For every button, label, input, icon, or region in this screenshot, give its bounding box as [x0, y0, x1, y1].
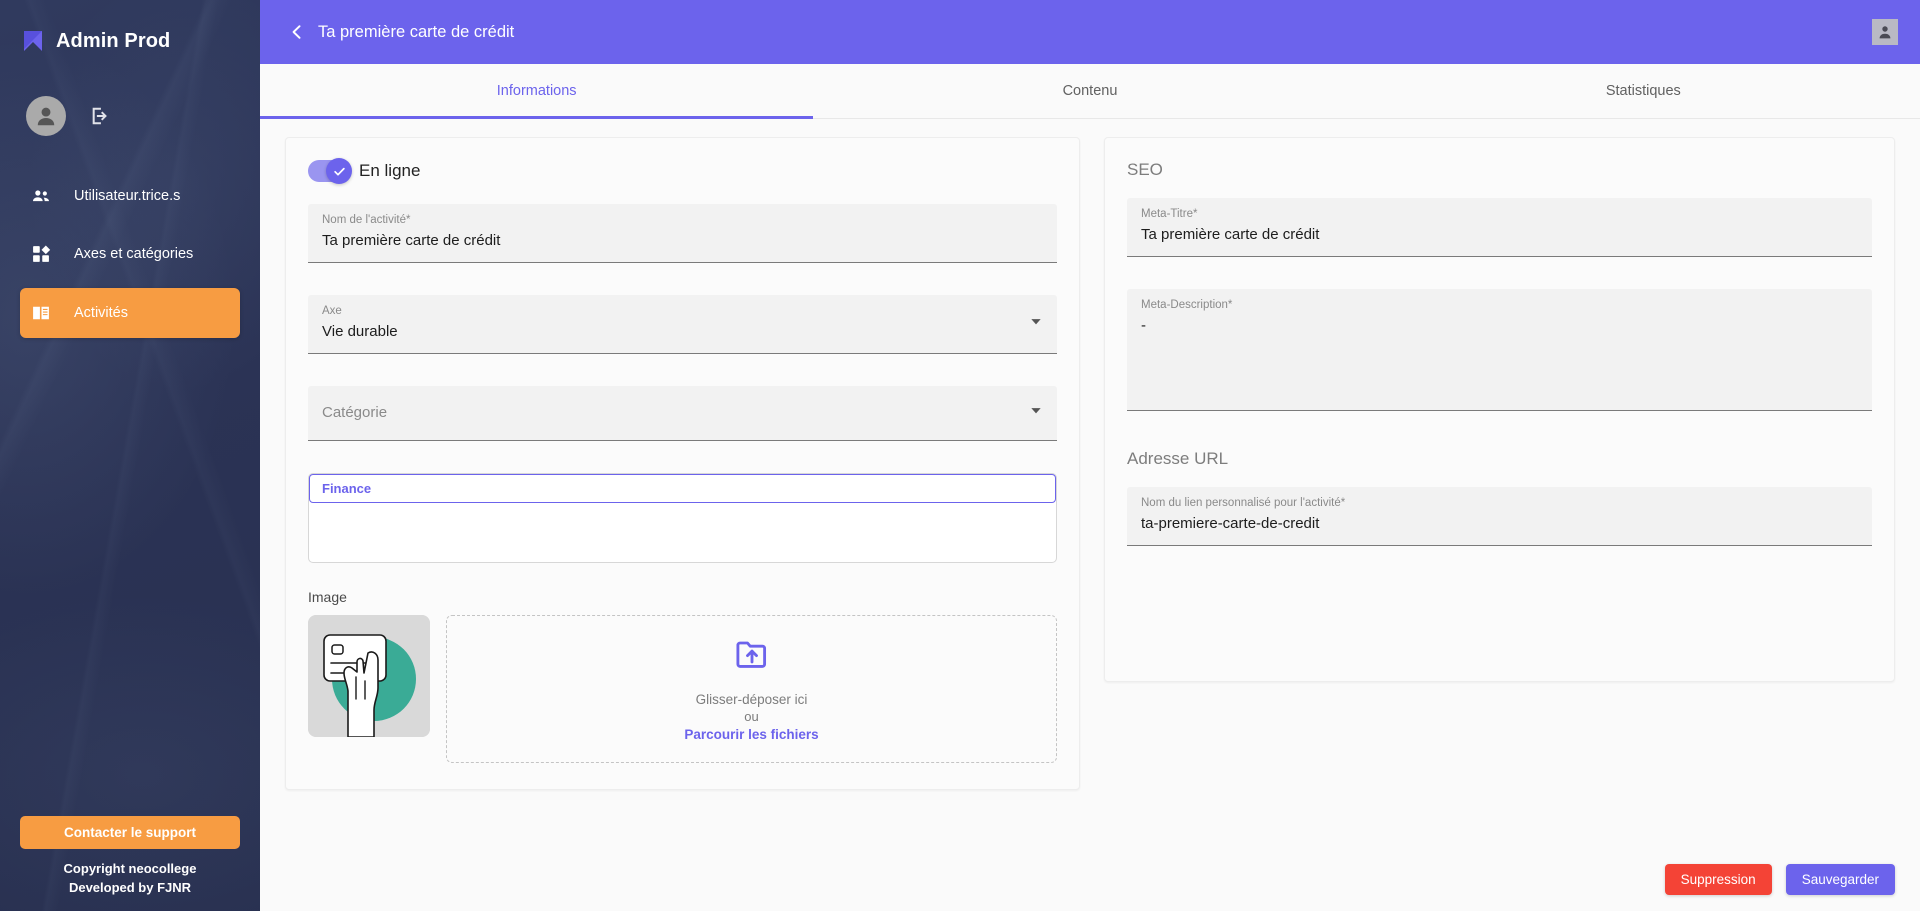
- sidebar-item-axes-categories[interactable]: Axes et catégories: [0, 230, 260, 278]
- field-gap: [308, 263, 1057, 295]
- field-gap: [1127, 257, 1872, 289]
- axe-select[interactable]: Axe Vie durable: [308, 295, 1057, 354]
- chevron-left-icon[interactable]: [284, 19, 310, 45]
- tag-chip-finance[interactable]: Finance: [309, 474, 1056, 503]
- meta-title-value: Ta première carte de crédit: [1141, 226, 1320, 243]
- user-avatar-icon[interactable]: [26, 96, 66, 136]
- image-section-label: Image: [308, 589, 347, 605]
- meta-description-field[interactable]: Meta-Description* -: [1127, 289, 1872, 411]
- topbar: Ta première carte de crédit: [260, 0, 1920, 64]
- sidebar-footer: Contacter le support Copyright neocolleg…: [0, 816, 260, 911]
- online-toggle-label: En ligne: [359, 161, 421, 180]
- sidebar-item-activites[interactable]: Activités: [20, 288, 240, 338]
- tab-contenu[interactable]: Contenu: [813, 64, 1366, 118]
- url-section-title: Adresse URL: [1127, 449, 1229, 468]
- people-icon: [30, 186, 52, 206]
- meta-title-field[interactable]: Meta-Titre* Ta première carte de crédit: [1127, 198, 1872, 257]
- file-dropzone[interactable]: Glisser-déposer ici ou Parcourir les fic…: [446, 615, 1057, 763]
- chevron-down-icon: [1029, 315, 1043, 334]
- tags-box[interactable]: Finance: [308, 473, 1057, 563]
- chevron-down-icon: [1029, 404, 1043, 423]
- developed-by-text: Developed by FJNR: [68, 880, 192, 895]
- url-slug-field[interactable]: Nom du lien personnalisé pour l'activité…: [1127, 487, 1872, 546]
- seo-section-title: SEO: [1127, 160, 1163, 179]
- url-slug-value: ta-premiere-carte-de-credit: [1141, 515, 1320, 532]
- save-button[interactable]: Sauvegarder: [1785, 864, 1895, 895]
- book-icon: [30, 303, 52, 323]
- delete-button[interactable]: Suppression: [1664, 864, 1772, 895]
- check-icon: [326, 158, 352, 184]
- activity-thumbnail[interactable]: [308, 615, 430, 737]
- url-slug-label: Nom du lien personnalisé pour l'activité…: [1141, 497, 1346, 509]
- tab-statistiques[interactable]: Statistiques: [1367, 64, 1920, 118]
- online-toggle-row: En ligne: [308, 158, 1057, 184]
- logout-icon[interactable]: [88, 104, 112, 128]
- informations-card: En ligne Nom de l'activité* Ta première …: [285, 137, 1080, 790]
- activity-name-label: Nom de l'activité*: [322, 214, 411, 226]
- tab-label: Contenu: [1062, 83, 1118, 99]
- brand-name: Admin Prod: [56, 29, 171, 52]
- sidebar: Admin Prod Utilisateur.trice.s Axes et c…: [0, 0, 260, 911]
- tab-label: Statistiques: [1605, 83, 1681, 99]
- categorie-select[interactable]: Catégorie: [308, 386, 1057, 441]
- activity-name-field[interactable]: Nom de l'activité* Ta première carte de …: [308, 204, 1057, 263]
- copyright-text: Copyright neocollege: [63, 861, 197, 876]
- sidebar-user-row: [0, 62, 260, 148]
- app-root: Admin Prod Utilisateur.trice.s Axes et c…: [0, 0, 1920, 911]
- browse-files-link[interactable]: Parcourir les fichiers: [684, 727, 818, 742]
- bookmark-logo-icon: [20, 28, 46, 54]
- dropzone-text: Glisser-déposer ici: [695, 691, 808, 707]
- sidebar-item-utilisateurs[interactable]: Utilisateur.trice.s: [0, 172, 260, 220]
- tab-bar: Informations Contenu Statistiques: [260, 64, 1920, 119]
- sidebar-item-label: Axes et catégories: [74, 246, 194, 262]
- meta-description-label: Meta-Description*: [1141, 299, 1233, 311]
- axe-label: Axe: [322, 305, 342, 317]
- tab-informations[interactable]: Informations: [260, 64, 814, 119]
- folder-upload-icon: [734, 637, 770, 678]
- seo-card: SEO Meta-Titre* Ta première carte de cré…: [1104, 137, 1895, 682]
- sidebar-nav: Utilisateur.trice.s Axes et catégories A…: [0, 172, 260, 338]
- action-buttons: Suppression Sauvegarder: [1664, 864, 1895, 895]
- dashboard-blocks-icon: [30, 244, 52, 264]
- axe-value: Vie durable: [322, 323, 398, 340]
- sidebar-item-label: Utilisateur.trice.s: [74, 188, 181, 204]
- account-box-icon[interactable]: [1872, 19, 1898, 45]
- field-gap: [308, 354, 1057, 386]
- activity-name-value: Ta première carte de crédit: [322, 232, 501, 249]
- tab-label: Informations: [496, 83, 577, 99]
- brand: Admin Prod: [0, 0, 260, 62]
- meta-description-value: -: [1141, 317, 1146, 334]
- page-title: Ta première carte de crédit: [318, 22, 515, 41]
- categorie-placeholder: Catégorie: [322, 404, 388, 421]
- dropzone-or: ou: [744, 708, 759, 724]
- content-area: En ligne Nom de l'activité* Ta première …: [260, 119, 1920, 911]
- main-area: Ta première carte de crédit Informations…: [260, 0, 1920, 911]
- image-row: Glisser-déposer ici ou Parcourir les fic…: [308, 615, 1057, 763]
- online-toggle[interactable]: [308, 158, 352, 184]
- contact-support-button[interactable]: Contacter le support: [20, 816, 240, 849]
- meta-title-label: Meta-Titre*: [1141, 208, 1198, 220]
- sidebar-item-label: Activités: [74, 305, 128, 321]
